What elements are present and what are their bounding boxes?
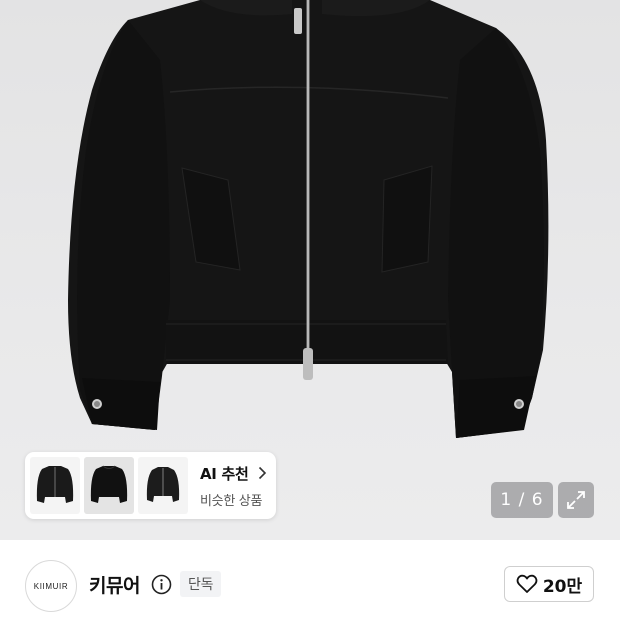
- exclusive-badge: 단독: [180, 571, 222, 597]
- jacket-thumb-3[interactable]: [138, 457, 188, 514]
- ai-recommend-title: AI 추천: [200, 464, 249, 483]
- ai-recommend-text: AI 추천 비슷한 상품: [200, 463, 267, 509]
- expand-button[interactable]: [558, 482, 594, 518]
- jacket-thumb-1[interactable]: [30, 457, 80, 514]
- jacket-thumb-icon: [90, 465, 128, 503]
- chevron-right-icon: [258, 466, 266, 480]
- brand-logo-text: KIIMUIR: [33, 581, 69, 591]
- brand-row: KIIMUIR 키뮤어 단독 20만: [0, 540, 620, 620]
- ai-recommend-subtitle: 비슷한 상품: [200, 493, 263, 509]
- expand-icon: [567, 491, 585, 509]
- like-count: 20만: [542, 576, 583, 597]
- brand-name[interactable]: 키뮤어: [89, 571, 140, 598]
- jacket-thumb-2[interactable]: [84, 457, 134, 514]
- jacket-thumb-icon: [36, 465, 74, 503]
- info-icon[interactable]: [151, 574, 172, 595]
- jacket-thumb-icon: [146, 466, 180, 502]
- image-counter: 1 / 6: [491, 482, 553, 518]
- like-button[interactable]: 20만: [504, 566, 594, 602]
- heart-icon: [516, 574, 538, 593]
- brand-logo[interactable]: KIIMUIR: [25, 560, 77, 612]
- ai-recommend-card[interactable]: AI 추천 비슷한 상품: [25, 452, 276, 519]
- product-image[interactable]: AI 추천 비슷한 상품 1 / 6: [0, 0, 620, 540]
